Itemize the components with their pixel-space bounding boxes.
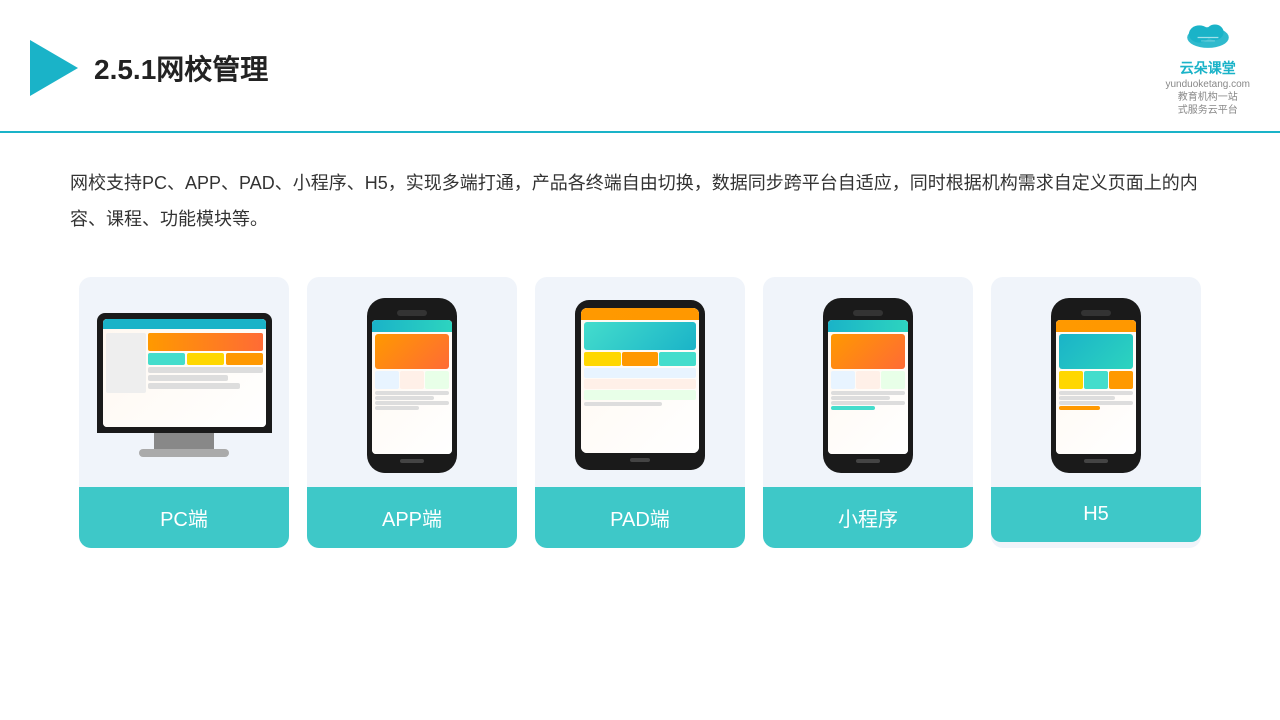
card-miniapp: 小程序 bbox=[763, 277, 973, 548]
card-app-image bbox=[307, 277, 517, 487]
description-text: 网校支持PC、APP、PAD、小程序、H5，实现多端打通，产品各终端自由切换，数… bbox=[0, 133, 1280, 257]
brand-tagline: 教育机构一站 式服务云平台 bbox=[1165, 91, 1250, 117]
card-h5-image bbox=[991, 277, 1201, 487]
pad-tablet-mockup bbox=[575, 300, 705, 470]
card-pc-label: PC端 bbox=[79, 487, 289, 548]
card-app: APP端 bbox=[307, 277, 517, 548]
card-h5: H5 bbox=[991, 277, 1201, 548]
card-miniapp-image bbox=[763, 277, 973, 487]
app-phone-mockup bbox=[367, 298, 457, 473]
pc-mockup bbox=[97, 313, 272, 457]
page-header: 2.5.1网校管理 云朵课堂 yunduoketang.com 教育机构一站 式… bbox=[0, 0, 1280, 133]
brand-domain: yunduoketang.com bbox=[1165, 78, 1250, 91]
card-pad-image bbox=[535, 277, 745, 487]
card-pc-image bbox=[79, 277, 289, 487]
brand-logo: 云朵课堂 yunduoketang.com 教育机构一站 式服务云平台 bbox=[1165, 18, 1250, 117]
device-cards-container: PC端 bbox=[0, 257, 1280, 578]
header-left: 2.5.1网校管理 bbox=[30, 40, 268, 96]
card-pad: PAD端 bbox=[535, 277, 745, 548]
card-pc: PC端 bbox=[79, 277, 289, 548]
logo-triangle-icon bbox=[30, 40, 78, 96]
cloud-logo-icon bbox=[1182, 18, 1234, 50]
brand-name: 云朵课堂 bbox=[1165, 58, 1250, 78]
card-pad-label: PAD端 bbox=[535, 487, 745, 548]
page-title: 2.5.1网校管理 bbox=[94, 48, 268, 88]
h5-phone-mockup bbox=[1051, 298, 1141, 473]
miniapp-phone-mockup bbox=[823, 298, 913, 473]
card-h5-label: H5 bbox=[991, 487, 1201, 542]
card-app-label: APP端 bbox=[307, 487, 517, 548]
card-miniapp-label: 小程序 bbox=[763, 487, 973, 548]
